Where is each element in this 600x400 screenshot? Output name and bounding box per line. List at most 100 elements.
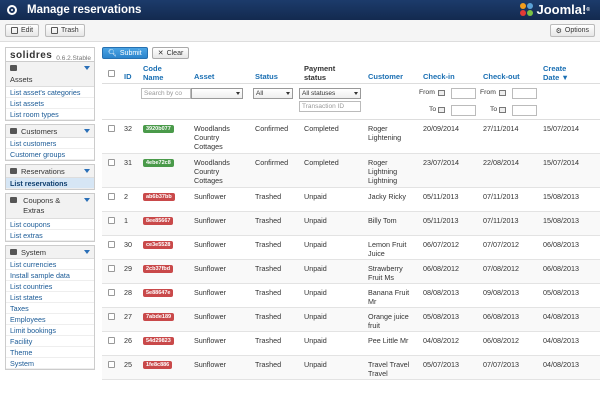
reservation-id: 1 (124, 216, 128, 225)
reservation-code-badge[interactable]: 7abde189 (143, 313, 175, 321)
reservation-code-badge[interactable]: 8ee85667 (143, 217, 174, 225)
select-all-checkbox[interactable] (108, 70, 115, 77)
row-checkbox[interactable] (108, 217, 115, 224)
sidebar-item-employees[interactable]: Employees (6, 314, 94, 325)
row-checkbox[interactable] (108, 289, 115, 296)
options-button[interactable]: ⚙ Options (549, 24, 595, 37)
reservation-code-badge[interactable]: 54d29823 (143, 337, 174, 345)
row-checkbox[interactable] (108, 361, 115, 368)
checkin-date: 06/08/2012 (423, 264, 459, 273)
sidebar-item-currencies[interactable]: List currencies (6, 259, 94, 270)
options-label: Options (564, 27, 589, 34)
col-id[interactable]: ID (124, 72, 132, 81)
table-row[interactable]: 26 54d29823 Sunflower Trashed Unpaid Pee Litt… (102, 332, 600, 356)
col-checkout[interactable]: Check-out (483, 72, 520, 81)
customer-name: Roger Lightning Lightning (368, 158, 397, 185)
table-row[interactable]: 28 5e88647e Sunflower Trashed Unpaid Banana F… (102, 284, 600, 308)
sidebar-item-extras[interactable]: List extras (6, 230, 94, 241)
sidebar-item-reservations[interactable]: List reservations (6, 178, 94, 189)
asset-filter-select[interactable] (191, 88, 243, 99)
col-status[interactable]: Status (255, 72, 278, 81)
calendar-icon[interactable] (499, 107, 506, 113)
reservation-code-badge[interactable]: ce3e5528 (143, 241, 174, 249)
checkout-to-input[interactable] (512, 105, 537, 116)
sidebar-item-customers[interactable]: List customers (6, 138, 94, 149)
checkin-date: 05/08/2013 (423, 312, 459, 321)
table-row[interactable]: 30 ce3e5528 Sunflower Trashed Unpaid Lemon Fr… (102, 236, 600, 260)
table-row[interactable]: 31 4ebe72c8 Woodlands Country Cottages Confir… (102, 154, 600, 188)
table-row[interactable]: 1 8ee85667 Sunflower Trashed Unpaid Billy Tom… (102, 212, 600, 236)
row-checkbox[interactable] (108, 241, 115, 248)
sidebar-item-states[interactable]: List states (6, 292, 94, 303)
row-checkbox[interactable] (108, 193, 115, 200)
transaction-id-input[interactable]: Transaction ID (299, 101, 361, 112)
sidebar-item-limit-bookings[interactable]: Limit bookings (6, 325, 94, 336)
row-checkbox[interactable] (108, 125, 115, 132)
calendar-icon[interactable] (438, 107, 445, 113)
calendar-icon[interactable] (499, 90, 506, 96)
calendar-icon[interactable] (438, 90, 445, 96)
sidebar-item-assets[interactable]: List assets (6, 98, 94, 109)
asset-name-line: Country (194, 167, 220, 176)
sidebar-item-sample-data[interactable]: Install sample data (6, 270, 94, 281)
nav-group-coupons-head[interactable]: Coupons & Extras (6, 194, 94, 219)
checkin-from-input[interactable] (451, 88, 476, 99)
sidebar-item-facility[interactable]: Facility (6, 336, 94, 347)
sidebar-item-customer-groups[interactable]: Customer groups (6, 149, 94, 160)
table-row[interactable]: 27 7abde189 Sunflower Trashed Unpaid Orange j… (102, 308, 600, 332)
reservation-code-badge[interactable]: 5e88647e (143, 289, 174, 297)
table-row[interactable]: 32 3920b077 Woodlands Country Cottages Confir… (102, 120, 600, 154)
edit-button[interactable]: Edit (5, 24, 40, 37)
payment-status-select[interactable]: All statuses (299, 88, 361, 99)
col-code-name[interactable]: Code Name (143, 64, 163, 82)
checkout-from-input[interactable] (512, 88, 537, 99)
row-checkbox[interactable] (108, 313, 115, 320)
reservation-code-badge[interactable]: ab6b37bb (143, 193, 175, 201)
sidebar-item-room-types[interactable]: List room types (6, 109, 94, 120)
col-checkin[interactable]: Check-in (423, 72, 455, 81)
solidres-logo: solidres 0.6.2.Stable (5, 47, 95, 62)
row-checkbox[interactable] (108, 337, 115, 344)
clear-button[interactable]: ✕ Clear (151, 47, 190, 59)
asset-name: Sunflower (194, 240, 226, 249)
customer-name-line: Lightening (368, 133, 402, 142)
asset-name: Sunflower (194, 360, 226, 369)
sidebar-item-countries[interactable]: List countries (6, 281, 94, 292)
table-row[interactable]: 2 ab6b37bb Sunflower Trashed Unpaid Jacky Ric… (102, 188, 600, 212)
checkout-date: 06/08/2013 (483, 312, 519, 321)
sidebar-item-coupons[interactable]: List coupons (6, 219, 94, 230)
nav-group-reservations-head[interactable]: Reservations (6, 165, 94, 178)
customer-name: Pee Little Mr (368, 336, 408, 345)
nav-group-assets-head[interactable]: Assets (6, 62, 94, 87)
reservation-code-badge[interactable]: 1fe8c886 (143, 361, 173, 369)
checkout-date: 07/08/2012 (483, 264, 519, 273)
joomla-brand[interactable]: Joomla! ® (520, 2, 590, 17)
sidebar-item-theme[interactable]: Theme (6, 347, 94, 358)
search-code-input[interactable]: Search by co (141, 88, 191, 99)
col-customer[interactable]: Customer (368, 72, 403, 81)
nav-group-customers-head[interactable]: Customers (6, 125, 94, 138)
col-create-date[interactable]: Create Date ▼ (543, 64, 569, 82)
asset-name-line: Sunflower (194, 240, 226, 249)
reservation-code-badge[interactable]: 4ebe72c8 (143, 159, 174, 167)
row-checkbox[interactable] (108, 265, 115, 272)
table-row[interactable]: 29 2cb37fbd Sunflower Trashed Unpaid Strawber… (102, 260, 600, 284)
reservation-code-badge[interactable]: 2cb37fbd (143, 265, 174, 273)
table-row[interactable]: 25 1fe8c886 Sunflower Trashed Unpaid Travel T… (102, 356, 600, 380)
sidebar-item-taxes[interactable]: Taxes (6, 303, 94, 314)
col-asset[interactable]: Asset (194, 72, 214, 81)
sidebar-item-system[interactable]: System (6, 358, 94, 369)
sidebar-item-asset-categories[interactable]: List asset's categories (6, 87, 94, 98)
payment-status: Unpaid (304, 288, 327, 297)
reservation-code-badge[interactable]: 3920b077 (143, 125, 174, 133)
reservation-status: Trashed (255, 288, 282, 297)
submit-button[interactable]: 🔍︎ Submit (102, 47, 148, 59)
status-filter-select[interactable]: All (253, 88, 293, 99)
row-checkbox[interactable] (108, 159, 115, 166)
create-date: 04/08/2013 (543, 360, 579, 369)
nav-group-system-head[interactable]: System (6, 246, 94, 259)
trash-button[interactable]: Trash (45, 24, 85, 37)
checkout-to-label: To (490, 106, 498, 113)
gear-icon: ⚙ (555, 27, 562, 35)
checkin-to-input[interactable] (451, 105, 476, 116)
